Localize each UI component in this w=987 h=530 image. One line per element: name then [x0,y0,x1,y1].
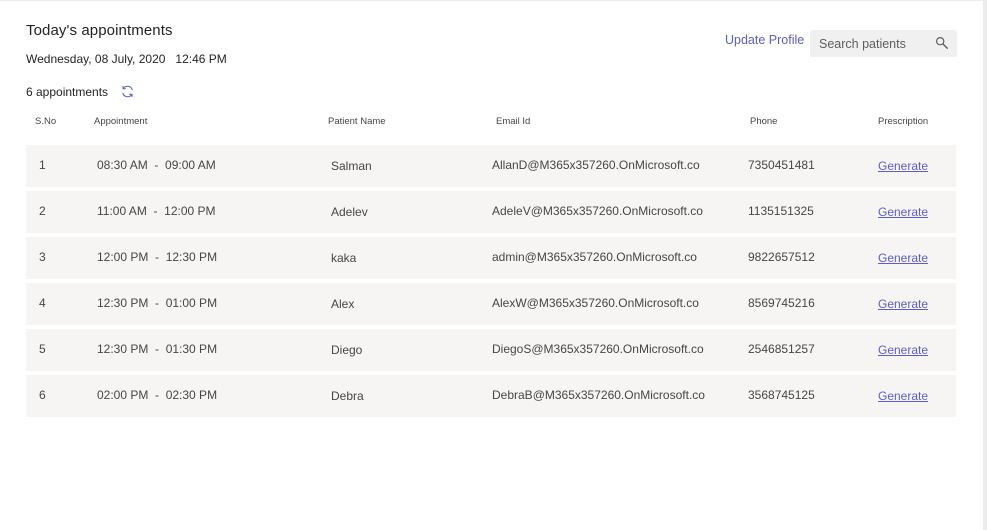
row-phone: 8569745216 [748,296,815,310]
search-box[interactable] [810,30,957,57]
row-patient-name: kaka [331,251,357,265]
table-row: 5 12:30 PM - 01:30 PM Diego DiegoS@M365x… [26,329,956,371]
row-appointment-time: 12:00 PM - 12:30 PM [97,250,218,264]
generate-prescription-link[interactable]: Generate [878,159,928,173]
row-sno: 5 [39,342,46,356]
generate-prescription-link[interactable]: Generate [878,297,928,311]
row-appointment-time: 11:00 AM - 12:00 PM [97,204,216,218]
table-row: 1 08:30 AM - 09:00 AM Salman AllanD@M365… [26,145,956,187]
refresh-icon[interactable] [120,84,135,99]
row-appointment-time: 12:30 PM - 01:30 PM [97,342,218,356]
appointments-table: 1 08:30 AM - 09:00 AM Salman AllanD@M365… [26,145,956,421]
generate-prescription-link[interactable]: Generate [878,205,928,219]
column-header-email: Email Id [496,116,531,127]
column-header-sno: S.No [35,116,57,127]
update-profile-link[interactable]: Update Profile [725,33,804,47]
appointment-count: 6 appointments [26,84,109,99]
column-header-phone: Phone [750,116,778,127]
row-sno: 3 [39,250,46,264]
table-row: 2 11:00 AM - 12:00 PM Adelev AdeleV@M365… [26,191,956,233]
row-sno: 2 [39,204,46,218]
row-appointment-time: 08:30 AM - 09:00 AM [97,158,216,172]
column-header-appointment: Appointment [94,116,148,127]
row-email: admin@M365x357260.OnMicrosoft.co [492,250,697,264]
page-title: Today's appointments [26,22,173,39]
appointment-count-row: 6 appointments [26,84,135,99]
row-appointment-time: 12:30 PM - 01:00 PM [97,296,218,310]
column-header-prescription: Prescription [878,116,929,127]
scrollbar-track[interactable] [983,0,987,530]
generate-prescription-link[interactable]: Generate [878,389,928,403]
appointments-page: Today's appointments Wednesday, 08 July,… [0,0,987,530]
table-row: 4 12:30 PM - 01:00 PM Alex AlexW@M365x35… [26,283,956,325]
generate-prescription-link[interactable]: Generate [878,251,928,265]
row-phone: 3568745125 [748,388,815,402]
column-header-patient-name: Patient Name [328,116,386,127]
row-sno: 4 [39,296,46,310]
row-appointment-time: 02:00 PM - 02:30 PM [97,388,218,402]
row-patient-name: Alex [331,297,355,311]
row-email: DebraB@M365x357260.OnMicrosoft.co [492,388,705,402]
table-row: 6 02:00 PM - 02:30 PM Debra DebraB@M365x… [26,375,956,417]
row-phone: 2546851257 [748,342,815,356]
current-datetime: Wednesday, 08 July, 2020 12:46 PM [26,52,227,66]
row-phone: 1135151325 [748,204,814,218]
search-input[interactable] [810,31,928,56]
row-phone: 7350451481 [748,158,815,172]
row-patient-name: Diego [331,343,363,357]
row-email: AllanD@M365x357260.OnMicrosoft.co [492,158,700,172]
generate-prescription-link[interactable]: Generate [878,343,928,357]
table-header: S.No Appointment Patient Name Email Id P… [26,116,956,130]
row-patient-name: Debra [331,389,364,403]
row-email: DiegoS@M365x357260.OnMicrosoft.co [492,342,704,356]
row-email: AlexW@M365x357260.OnMicrosoft.co [492,296,699,310]
top-divider [0,0,983,1]
row-sno: 6 [39,388,46,402]
row-phone: 9822657512 [748,250,815,264]
row-sno: 1 [39,158,46,172]
table-row: 3 12:00 PM - 12:30 PM kaka admin@M365x35… [26,237,956,279]
row-patient-name: Salman [331,159,372,173]
row-patient-name: Adelev [331,205,368,219]
row-email: AdeleV@M365x357260.OnMicrosoft.co [492,204,703,218]
search-icon[interactable] [935,36,949,50]
